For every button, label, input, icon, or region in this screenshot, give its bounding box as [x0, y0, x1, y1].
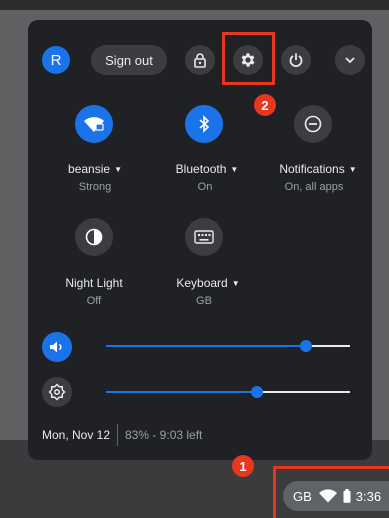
caret-down-icon: ▼	[114, 165, 122, 175]
bluetooth-icon	[199, 115, 210, 133]
night-light-icon	[85, 228, 103, 246]
avatar[interactable]: R	[42, 46, 70, 74]
footer-divider	[117, 424, 118, 446]
window-top-strip	[0, 0, 389, 10]
collapse-button[interactable]	[335, 45, 365, 75]
bluetooth-status: On	[197, 181, 213, 193]
brightness-icon	[48, 383, 66, 401]
night-light-toggle[interactable]	[75, 218, 113, 256]
date-label[interactable]: Mon, Nov 12	[42, 428, 110, 442]
notifications-label[interactable]: Notifications ▼	[258, 162, 378, 176]
keyboard-icon	[194, 230, 214, 244]
lock-icon	[194, 53, 206, 68]
wifi-icon	[84, 117, 104, 132]
notifications-status: On, all apps	[284, 181, 344, 193]
wifi-toggle[interactable]	[75, 105, 113, 143]
keyboard-label[interactable]: Keyboard ▼	[148, 276, 268, 290]
lock-button[interactable]	[185, 45, 215, 75]
caret-down-icon: ▼	[231, 279, 240, 289]
battery-status: 83% - 9:03 left	[125, 428, 203, 442]
night-light-label[interactable]: Night Light	[34, 276, 154, 290]
brightness-slider-fill	[106, 391, 258, 393]
volume-slider[interactable]	[106, 340, 350, 352]
step-1-badge: 1	[232, 455, 254, 477]
power-icon	[289, 53, 303, 67]
sign-out-button[interactable]: Sign out	[91, 45, 167, 75]
mute-button[interactable]	[42, 332, 72, 362]
caret-down-icon: ▼	[230, 165, 239, 175]
brightness-slider[interactable]	[106, 386, 350, 398]
chevron-down-icon	[345, 57, 355, 64]
bluetooth-toggle[interactable]	[185, 105, 223, 143]
volume-icon	[50, 341, 62, 353]
do-not-disturb-icon	[304, 115, 322, 133]
notifications-toggle[interactable]	[294, 105, 332, 143]
night-light-status: Off	[86, 295, 102, 307]
power-button[interactable]	[281, 45, 311, 75]
wifi-label[interactable]: beansie ▼	[35, 162, 155, 176]
volume-slider-fill	[106, 345, 307, 347]
volume-slider-handle[interactable]	[300, 340, 313, 352]
keyboard-status: GB	[196, 295, 212, 307]
keyboard-toggle[interactable]	[185, 218, 223, 256]
step-2-badge: 2	[254, 94, 276, 116]
wifi-status: Strong	[78, 181, 112, 193]
settings-highlight	[222, 32, 275, 85]
bluetooth-label[interactable]: Bluetooth ▼	[147, 162, 267, 176]
tray-highlight	[273, 466, 389, 518]
brightness-button	[42, 377, 72, 407]
caret-down-icon: ▼	[348, 165, 357, 175]
